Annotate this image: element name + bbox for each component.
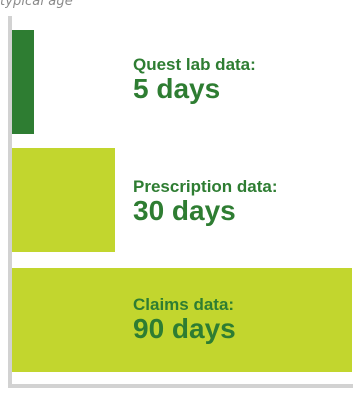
caption: typical age <box>0 0 73 9</box>
bar-category-label: Prescription data: <box>133 177 278 196</box>
bar-category-label: Quest lab data: <box>133 55 256 74</box>
bar-label-1: Quest lab data: 5 days <box>133 56 256 103</box>
bar-2 <box>12 148 115 252</box>
bar-value-label: 30 days <box>133 195 236 226</box>
bar-label-3: Claims data: 90 days <box>133 296 236 343</box>
bar-value-label: 90 days <box>133 313 236 344</box>
bar-label-2: Prescription data: 30 days <box>133 178 278 225</box>
x-axis-baseline <box>8 384 353 388</box>
bar-1 <box>12 30 34 134</box>
bar-value-label: 5 days <box>133 73 221 104</box>
bar-category-label: Claims data: <box>133 295 235 314</box>
